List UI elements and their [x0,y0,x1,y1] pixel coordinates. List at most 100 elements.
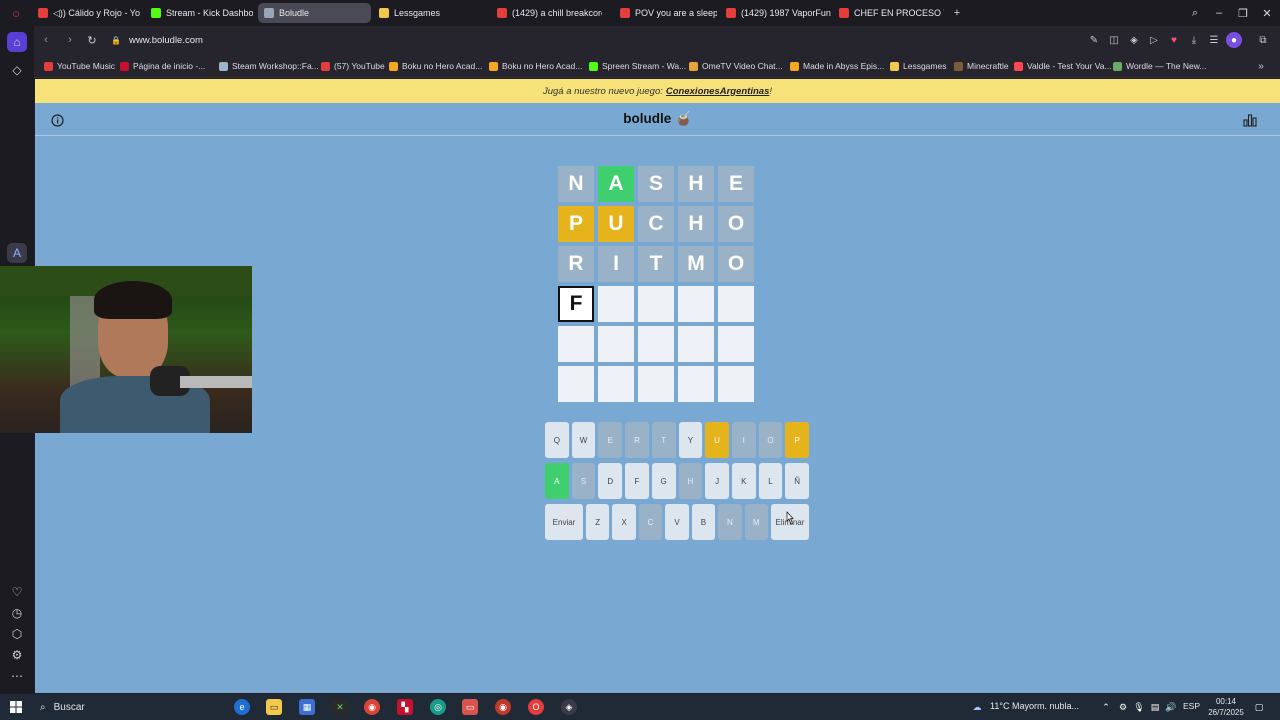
stats-chart-icon[interactable] [1242,112,1258,128]
key-button[interactable]: W [571,422,596,458]
extensions-cube-icon[interactable]: ⬡ [7,624,27,644]
key-button[interactable]: T [651,422,676,458]
bookmark-item[interactable]: Spreen Stream - Wa... [589,59,686,73]
search-tabs-icon[interactable]: ⌕ [1187,5,1203,21]
key-button[interactable]: Ñ [785,463,810,499]
browser-tab[interactable]: Lessgames [373,3,485,23]
edit-page-icon[interactable]: ✎ [1086,32,1102,48]
key-button[interactable]: V [665,504,689,540]
key-button[interactable]: K [731,463,756,499]
close-window-icon[interactable]: ✕ [1259,5,1275,21]
key-button[interactable]: L [758,463,783,499]
language-indicator[interactable]: ESP [1183,701,1200,711]
easy-setup-icon[interactable]: ☰ [1206,32,1222,48]
history-clock-icon[interactable]: ◷ [7,603,27,623]
taskbar-search-box[interactable]: ⌕ Buscar [34,697,224,717]
browser-tab[interactable]: CHEF EN PROCESO VS 6 I [833,3,944,23]
profile-avatar-icon[interactable]: ● [1226,32,1242,48]
app-circle-icon[interactable]: ◎ [430,699,446,715]
streaming-app-icon[interactable]: ◈ [561,699,577,715]
snapshot-camera-icon[interactable]: ◫ [1106,32,1122,48]
bookmark-item[interactable]: Lessgames [890,59,946,73]
browser-tab[interactable]: POV you are a sleepless t [614,3,717,23]
key-button[interactable]: C [638,504,663,540]
key-button[interactable]: S [571,463,596,499]
key-button[interactable]: J [705,463,729,499]
pinboard-icon[interactable]: ◇ [7,60,27,80]
browser-tab[interactable]: (1429) a chill breakcore 8 [491,3,602,23]
store-icon[interactable]: ▦ [299,699,315,715]
browser-tab[interactable]: ◁)) Cálido y Rojo - YouTub [32,3,140,23]
bookmark-item[interactable]: Steam Workshop::Fa... [219,59,319,73]
key-button[interactable]: D [598,463,623,499]
back-arrow-icon[interactable]: ‹ [38,32,54,48]
bookmark-item[interactable]: Minecraftle [954,59,1009,73]
key-button[interactable]: I [731,422,756,458]
microphone-icon[interactable]: 🎙 [1131,699,1147,715]
settings-gear-icon[interactable]: ⚙ [7,645,27,665]
browser-tab[interactable]: Stream - Kick Dashboard [145,3,253,23]
key-button[interactable]: U [705,422,729,458]
edge-browser-icon[interactable]: e [234,699,250,715]
key-button[interactable]: B [691,504,716,540]
banner-link[interactable]: ConexionesArgentinas [666,86,769,97]
tray-chevron-icon[interactable]: ⌃ [1098,699,1114,715]
media-app-icon[interactable]: ▭ [462,699,478,715]
key-button[interactable]: H [678,463,703,499]
key-button[interactable]: P [785,422,810,458]
key-button[interactable]: Q [545,422,569,458]
url-field[interactable]: www.boludle.com [129,30,1109,50]
chrome-icon[interactable]: ◉ [364,699,380,715]
key-button[interactable]: Y [678,422,703,458]
key-button[interactable]: O [758,422,783,458]
key-enviar-button[interactable]: Enviar [545,504,584,540]
key-button[interactable]: M [744,504,768,540]
sidebar-toggle-icon[interactable]: ⧉ [1255,32,1271,48]
download-icon[interactable]: ⤓ [1186,32,1202,48]
key-button[interactable]: E [598,422,623,458]
bookmark-item[interactable]: Boku no Hero Acad... [389,59,482,73]
bookmark-item[interactable]: YouTube Music [44,59,115,73]
tray-app-icon[interactable]: ⚙ [1115,699,1131,715]
notifications-icon[interactable]: ▢ [1251,699,1267,715]
aria-ai-icon[interactable]: A [7,243,27,263]
player-icon[interactable]: ▷ [1146,32,1162,48]
bookmark-item[interactable]: Boku no Hero Acad... [489,59,582,73]
key-button[interactable]: A [545,463,569,499]
key-button[interactable]: R [625,422,649,458]
shield-adblock-icon[interactable]: ◈ [1126,32,1142,48]
site-security-icon[interactable]: 🔒 [108,32,124,48]
minimize-window-icon[interactable]: – [1211,5,1227,21]
clock[interactable]: 00:14 26/7/2025 [1206,696,1246,718]
key-button[interactable]: F [625,463,649,499]
bookmark-item[interactable]: Wordle — The New... [1113,59,1206,73]
favorites-heart-icon[interactable]: ♡ [7,582,27,602]
key-button[interactable]: X [612,504,636,540]
weather-text[interactable]: 11°C Mayorm. nubla... [990,701,1079,711]
reload-icon[interactable]: ↻ [84,32,100,48]
key-button[interactable]: Z [586,504,610,540]
terminal-app-icon[interactable]: ✕ [332,699,348,715]
forward-arrow-icon[interactable]: › [62,32,78,48]
game-app-icon[interactable]: ▚ [397,699,413,715]
browser-tab[interactable]: Boludle [258,3,371,23]
key-button[interactable]: G [651,463,676,499]
home-icon[interactable]: ⌂ [7,32,27,52]
bookmarks-overflow-icon[interactable]: » [1253,58,1269,74]
new-tab-button[interactable]: + [949,5,965,21]
bookmark-item[interactable]: Página de inicio -... [120,59,205,73]
opera-taskbar-icon[interactable]: O [528,699,544,715]
windows-start-icon[interactable] [8,699,24,715]
bookmark-item[interactable]: (57) YouTube [321,59,385,73]
bookmark-heart-icon[interactable]: ♥ [1166,32,1182,48]
browser-tab[interactable]: (1429) 1987 VaporFunk S [720,3,831,23]
file-explorer-icon[interactable]: ▭ [266,699,282,715]
volume-icon[interactable]: 🔊 [1163,699,1179,715]
bookmark-item[interactable]: Valdle - Test Your Va... [1014,59,1112,73]
opera-logo-icon[interactable]: ○ [8,5,24,21]
key-button[interactable]: N [718,504,742,540]
recorder-app-icon[interactable]: ◉ [495,699,511,715]
bookmark-item[interactable]: OmeTV Video Chat... [689,59,783,73]
restore-window-icon[interactable]: ❐ [1235,5,1251,21]
bookmark-item[interactable]: Made in Abyss Epis... [790,59,884,73]
